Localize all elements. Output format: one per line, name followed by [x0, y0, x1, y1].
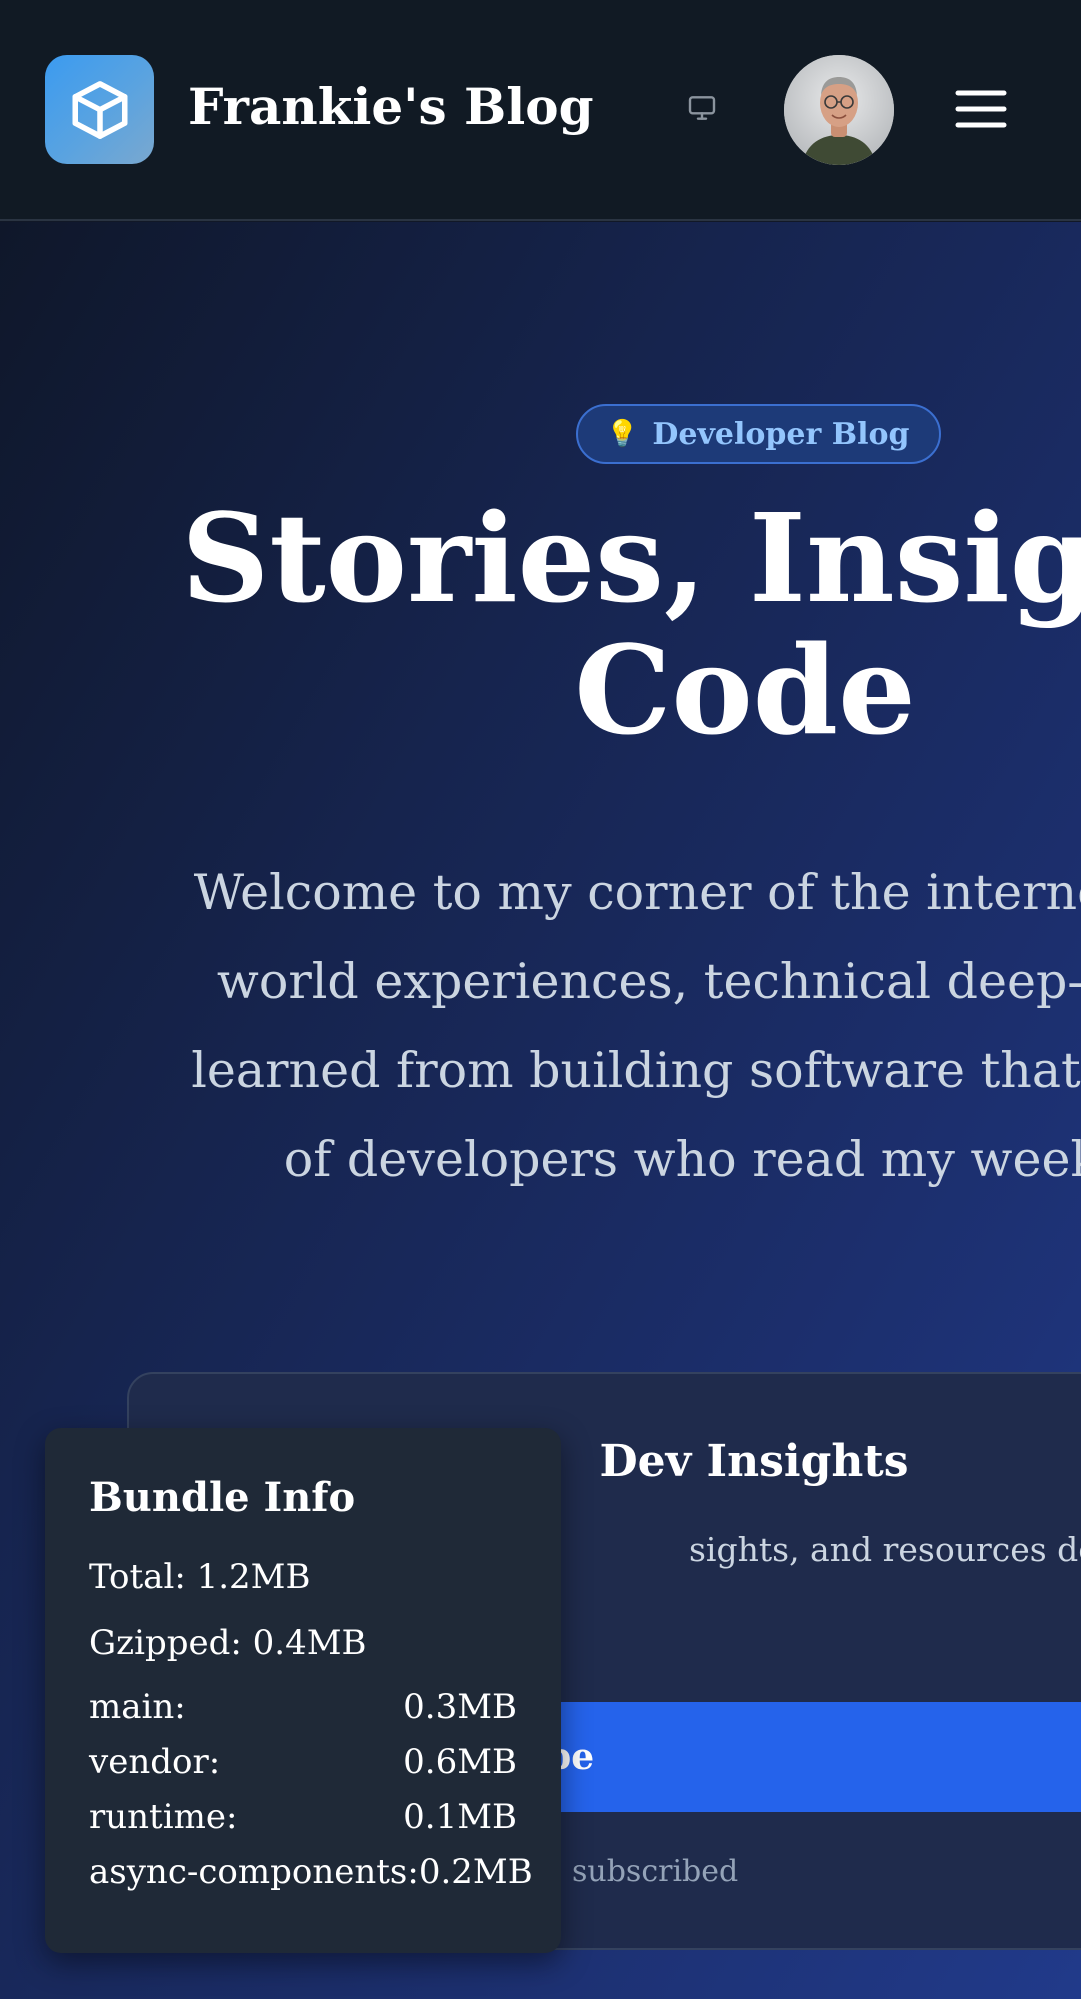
hero-title: Stories, Insights Code	[0, 492, 1081, 756]
hero-description-line-3: learned from building software that scal…	[191, 1042, 1081, 1099]
hamburger-menu-icon	[955, 90, 1007, 128]
category-badge: 💡 Developer Blog	[576, 404, 942, 464]
chunk-size: 0.6MB	[403, 1742, 517, 1782]
chunk-name: main:	[89, 1687, 186, 1727]
site-header: Frankie's Blog	[0, 0, 1081, 221]
page: Frankie's Blog 💡 Developer Blog Stories,…	[0, 0, 1081, 1999]
avatar-image	[784, 55, 894, 165]
bundle-chunk-row: runtime: 0.1MB	[89, 1790, 517, 1845]
hero-description-line-4: of developers who read my weekly in	[283, 1131, 1081, 1188]
hero-title-line-2: Code	[574, 618, 916, 762]
chunk-size: 0.1MB	[403, 1797, 517, 1837]
cube-icon	[72, 80, 127, 139]
logo-link[interactable]	[45, 55, 154, 164]
chunk-name: vendor:	[89, 1742, 221, 1782]
menu-button[interactable]	[955, 84, 1007, 134]
monitor-icon	[688, 96, 716, 120]
bundle-info-panel: Bundle Info Total: 1.2MB Gzipped: 0.4MB …	[45, 1428, 561, 1953]
site-title[interactable]: Frankie's Blog	[188, 72, 594, 142]
chunk-name: async-components:	[89, 1852, 419, 1892]
lightbulb-icon: 💡	[606, 419, 639, 449]
chunk-name: runtime:	[89, 1797, 238, 1837]
bundle-chunk-row: vendor: 0.6MB	[89, 1735, 517, 1790]
hero-description-line-1: Welcome to my corner of the internet whe…	[193, 864, 1081, 921]
theme-toggle-button[interactable]	[680, 86, 724, 130]
bundle-chunk-row: main: 0.3MB	[89, 1680, 517, 1735]
bundle-gzipped: Gzipped: 0.4MB	[89, 1623, 367, 1663]
hero-description: Welcome to my corner of the internet whe…	[0, 848, 1081, 1204]
chunk-size: 0.3MB	[403, 1687, 517, 1727]
avatar[interactable]	[784, 55, 894, 165]
bundle-chunk-row: async-components: 0.2MB	[89, 1845, 533, 1900]
hero-title-line-1: Stories, Insights	[181, 486, 1081, 630]
chunk-size: 0.2MB	[418, 1852, 533, 1892]
badge-label: Developer Blog	[652, 416, 910, 452]
bundle-info-title: Bundle Info	[89, 1474, 356, 1521]
hero-description-line-2: world experiences, technical deep-dives,…	[216, 953, 1081, 1010]
bundle-total: Total: 1.2MB	[89, 1557, 311, 1597]
